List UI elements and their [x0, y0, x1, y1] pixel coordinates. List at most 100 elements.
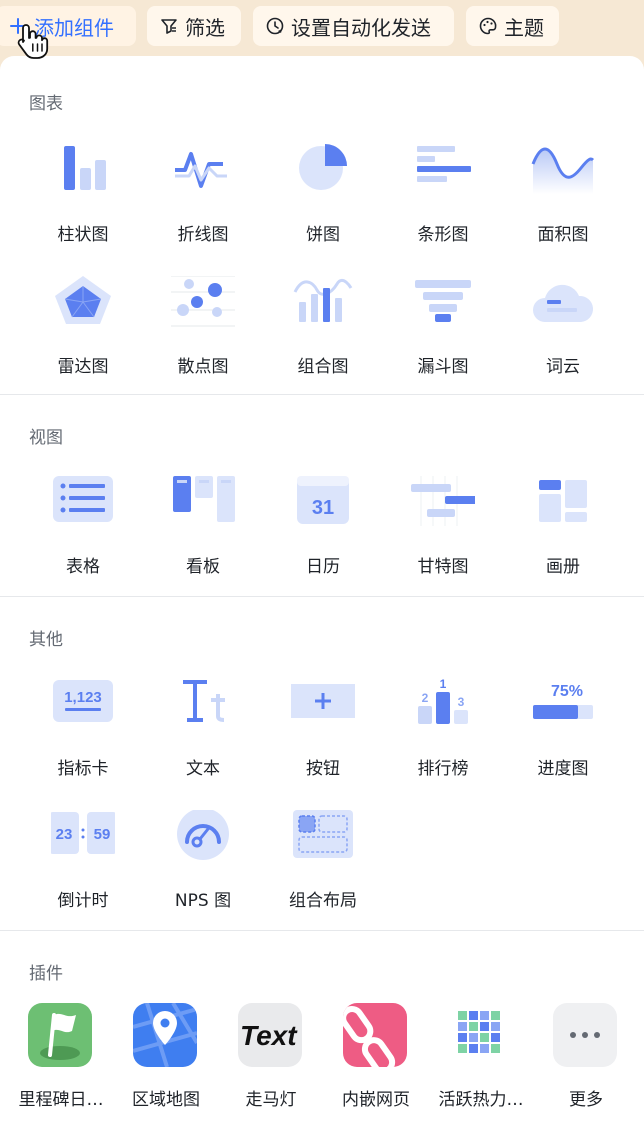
plugin-more[interactable]: 更多: [531, 1003, 641, 1123]
plugin-label: 活跃热力…: [438, 1090, 524, 1110]
marquee-text-icon: Text: [238, 1003, 302, 1067]
widget-label: 折线图: [177, 225, 229, 245]
area-chart-icon: [531, 147, 595, 194]
kanban-icon: [173, 476, 235, 522]
marquee-text: Text: [240, 1020, 298, 1051]
widget-calendar[interactable]: 31 日历: [263, 476, 383, 606]
section-title-charts: 图表: [29, 94, 63, 114]
pie-chart-icon: [299, 144, 347, 190]
widget-label: 词云: [546, 357, 580, 377]
widget-table[interactable]: 表格: [23, 476, 143, 606]
widget-button[interactable]: 按钮: [263, 678, 383, 808]
widget-label: 饼图: [306, 225, 340, 245]
plugin-activity-heatmap[interactable]: 活跃热力…: [426, 1003, 536, 1123]
widget-label: 柱状图: [57, 225, 109, 245]
automation-label: 设置自动化发送: [291, 15, 431, 40]
widget-label: 漏斗图: [417, 357, 469, 377]
widget-line-chart[interactable]: 折线图: [143, 144, 263, 274]
plugin-marquee[interactable]: Text 走马灯: [216, 1003, 326, 1123]
widget-kpi-card[interactable]: 1,123 指标卡: [23, 678, 143, 808]
plugin-milestone-calendar[interactable]: 里程碑日…: [6, 1003, 116, 1123]
calendar-icon: 31: [297, 476, 349, 524]
plugin-label: 内嵌网页: [342, 1090, 410, 1110]
widget-label: NPS 图: [174, 891, 232, 911]
widget-label: 看板: [186, 557, 220, 577]
widget-bar-chart[interactable]: 柱状图: [23, 144, 143, 274]
widget-combo-layout[interactable]: 组合布局: [263, 810, 383, 940]
section-title-others: 其他: [29, 630, 63, 650]
toolbar: 添加组件 筛选 设置自动化发送 主题: [0, 0, 644, 59]
section-divider: [0, 930, 644, 931]
clock-send-icon: [266, 17, 284, 35]
hand-cursor-icon: [17, 24, 49, 59]
widget-label: 排行榜: [417, 759, 469, 779]
kpi-card-icon: 1,123: [53, 680, 113, 722]
radar-chart-icon: [55, 276, 111, 324]
section-title-views: 视图: [29, 428, 63, 448]
strip-chart-icon: [417, 146, 471, 182]
kpi-value-text: 1,123: [64, 689, 102, 706]
section-title-plugins: 插件: [29, 964, 63, 984]
widget-label: 指标卡: [57, 759, 109, 779]
widget-scatter-chart[interactable]: 散点图: [143, 276, 263, 406]
palette-icon: [479, 17, 497, 35]
cloud-icon: [533, 284, 594, 322]
widget-label: 条形图: [417, 225, 469, 245]
line-chart-icon: [175, 152, 227, 188]
button-icon: [291, 684, 355, 718]
widget-funnel-chart[interactable]: 漏斗图: [383, 276, 503, 406]
add-widget-panel: 图表 柱状图 折线图 饼图 条形图 面积图 雷达图 散点图 组合图 漏斗图 词云…: [0, 56, 644, 1130]
map-pin-icon: [133, 1003, 197, 1067]
calendar-day-text: 31: [312, 497, 334, 519]
plugin-region-map[interactable]: 区域地图: [111, 1003, 221, 1123]
filter-button[interactable]: 筛选: [147, 6, 241, 46]
filter-label: 筛选: [185, 15, 225, 40]
countdown-minutes-text: 59: [94, 826, 111, 843]
plugin-embed-webpage[interactable]: 内嵌网页: [321, 1003, 431, 1123]
combo-layout-icon: [293, 810, 353, 858]
widget-area-chart[interactable]: 面积图: [503, 144, 623, 274]
combo-chart-icon: [293, 278, 353, 322]
widget-leaderboard[interactable]: 1 2 3 排行榜: [383, 678, 503, 808]
widget-label: 组合布局: [289, 891, 357, 911]
widget-gantt[interactable]: 甘特图: [383, 476, 503, 606]
plugin-label: 区域地图: [132, 1090, 200, 1110]
rank-first-text: 1: [440, 678, 447, 691]
automation-send-button[interactable]: 设置自动化发送: [253, 6, 454, 46]
gantt-icon: [411, 476, 475, 526]
progress-bar-icon: 75%: [533, 683, 593, 719]
section-divider: [0, 596, 644, 597]
widget-word-cloud[interactable]: 词云: [503, 276, 623, 406]
album-icon: [539, 480, 587, 522]
filter-icon: [161, 19, 177, 34]
progress-text: 75%: [551, 683, 583, 700]
link-chain-icon: [343, 1003, 407, 1067]
plugin-label: 里程碑日…: [18, 1090, 104, 1110]
widget-label: 面积图: [537, 225, 589, 245]
text-format-icon: [183, 680, 225, 722]
widget-pie-chart[interactable]: 饼图: [263, 144, 383, 274]
widget-label: 甘特图: [417, 557, 469, 577]
flag-icon: [28, 1003, 92, 1067]
rank-second-text: 2: [422, 691, 429, 705]
widget-text[interactable]: 文本: [143, 678, 263, 808]
table-icon: [53, 476, 113, 522]
widget-progress[interactable]: 75% 进度图: [503, 678, 623, 808]
widget-radar-chart[interactable]: 雷达图: [23, 276, 143, 406]
leaderboard-icon: 1 2 3: [418, 678, 468, 724]
section-divider: [0, 394, 644, 395]
widget-kanban[interactable]: 看板: [143, 476, 263, 606]
widget-label: 按钮: [306, 759, 340, 779]
widget-nps[interactable]: NPS 图: [143, 810, 263, 940]
widget-countdown[interactable]: 23 59 倒计时: [23, 810, 143, 940]
widget-album[interactable]: 画册: [503, 476, 623, 606]
widget-label: 组合图: [297, 357, 349, 377]
more-dots-icon: [553, 1003, 617, 1067]
theme-button[interactable]: 主题: [466, 6, 559, 46]
widget-label: 表格: [66, 557, 100, 577]
widget-strip-chart[interactable]: 条形图: [383, 144, 503, 274]
widget-label: 日历: [306, 557, 340, 577]
bar-chart-icon: [64, 146, 106, 190]
widget-combo-chart[interactable]: 组合图: [263, 276, 383, 406]
heatmap-icon: [448, 1003, 512, 1067]
